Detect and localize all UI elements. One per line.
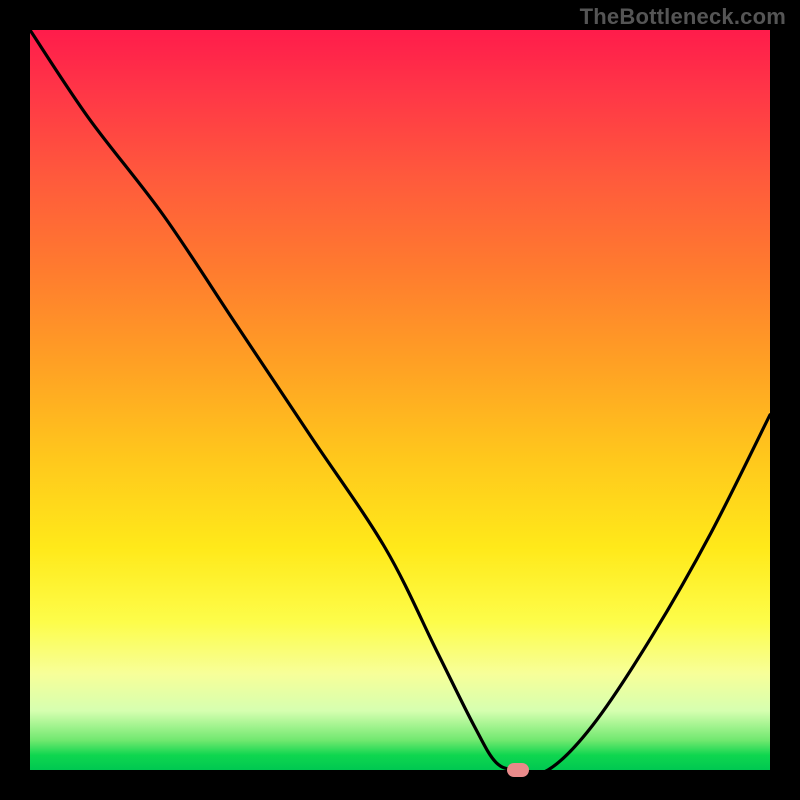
curve-svg xyxy=(30,30,770,770)
optimum-marker xyxy=(507,763,529,777)
bottleneck-chart: TheBottleneck.com xyxy=(0,0,800,800)
bottleneck-curve-path xyxy=(30,30,770,774)
watermark-text: TheBottleneck.com xyxy=(580,4,786,30)
plot-area xyxy=(30,30,770,770)
